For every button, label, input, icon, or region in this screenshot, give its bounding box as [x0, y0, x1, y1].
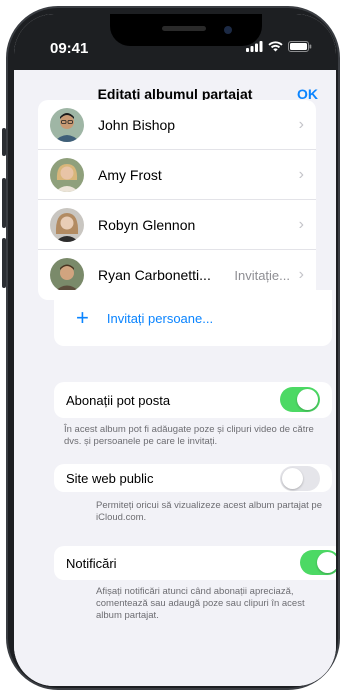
wifi-icon — [268, 41, 283, 52]
person-name: Robyn Glennon — [98, 216, 196, 233]
mute-switch — [2, 128, 6, 156]
public-website-label: Site web public — [66, 470, 154, 486]
person-name: Ryan Carbonetti... — [98, 267, 211, 283]
invite-card: + Invitați persoane... — [54, 290, 332, 346]
status-time: 09:41 — [50, 40, 89, 57]
person-row-amy-frost[interactable]: Amy Frost › — [38, 150, 316, 200]
volume-down-button — [2, 238, 6, 288]
people-list: John Bishop › Amy Frost › Robyn Glennon … — [38, 100, 316, 300]
avatar — [50, 107, 84, 142]
subscribers-post-toggle[interactable] — [280, 387, 320, 412]
subscribers-post-label: Abonații pot posta — [66, 392, 171, 408]
person-row-john-bishop[interactable]: John Bishop › — [38, 100, 316, 150]
notch — [110, 14, 262, 46]
screen: 09:41 Editați albumul partajat OK John B… — [14, 14, 336, 686]
public-website-card: Site web public — [54, 464, 332, 492]
public-website-footnote: Permiteți oricui să vizualizeze acest al… — [96, 500, 322, 523]
subscribers-post-row: Abonații pot posta — [54, 382, 332, 418]
switch-knob — [282, 468, 303, 489]
avatar — [50, 258, 84, 292]
public-website-toggle[interactable] — [280, 466, 320, 491]
person-name: Amy Frost — [98, 166, 162, 183]
battery-icon — [288, 41, 312, 52]
invite-label: Invitați persoane... — [106, 310, 214, 326]
status-icons — [246, 41, 312, 52]
notifications-footnote: Afișați notificări atunci când abonații … — [96, 586, 305, 621]
chevron-right-icon: › — [298, 115, 304, 133]
notifications-toggle[interactable] — [300, 550, 336, 575]
notifications-card: Notificări — [54, 546, 336, 580]
subscribers-post-card: Abonații pot posta — [54, 382, 332, 418]
notifications-row: Notificări — [54, 546, 336, 580]
plus-icon: + — [76, 305, 89, 330]
person-row-robyn-glennon[interactable]: Robyn Glennon › — [38, 200, 316, 250]
person-name: John Bishop — [98, 116, 176, 133]
switch-knob — [317, 552, 336, 573]
notifications-label: Notificări — [66, 555, 117, 571]
volume-up-button — [2, 178, 6, 228]
chevron-right-icon: › — [298, 266, 304, 283]
cellular-signal-icon — [246, 41, 263, 52]
invite-people-button[interactable]: + Invitați persoane... — [54, 290, 332, 346]
person-status: Invitație... — [234, 267, 290, 283]
switch-knob — [297, 389, 318, 410]
status-bar: 09:41 — [14, 14, 336, 70]
avatar — [50, 157, 84, 192]
avatar — [50, 207, 84, 242]
chevron-right-icon: › — [298, 215, 304, 233]
chevron-right-icon: › — [298, 165, 304, 183]
public-website-row: Site web public — [54, 464, 332, 492]
subscribers-post-footnote: În acest album pot fi adăugate poze și c… — [64, 424, 314, 447]
front-camera — [224, 26, 232, 34]
speaker-grille — [162, 26, 206, 31]
